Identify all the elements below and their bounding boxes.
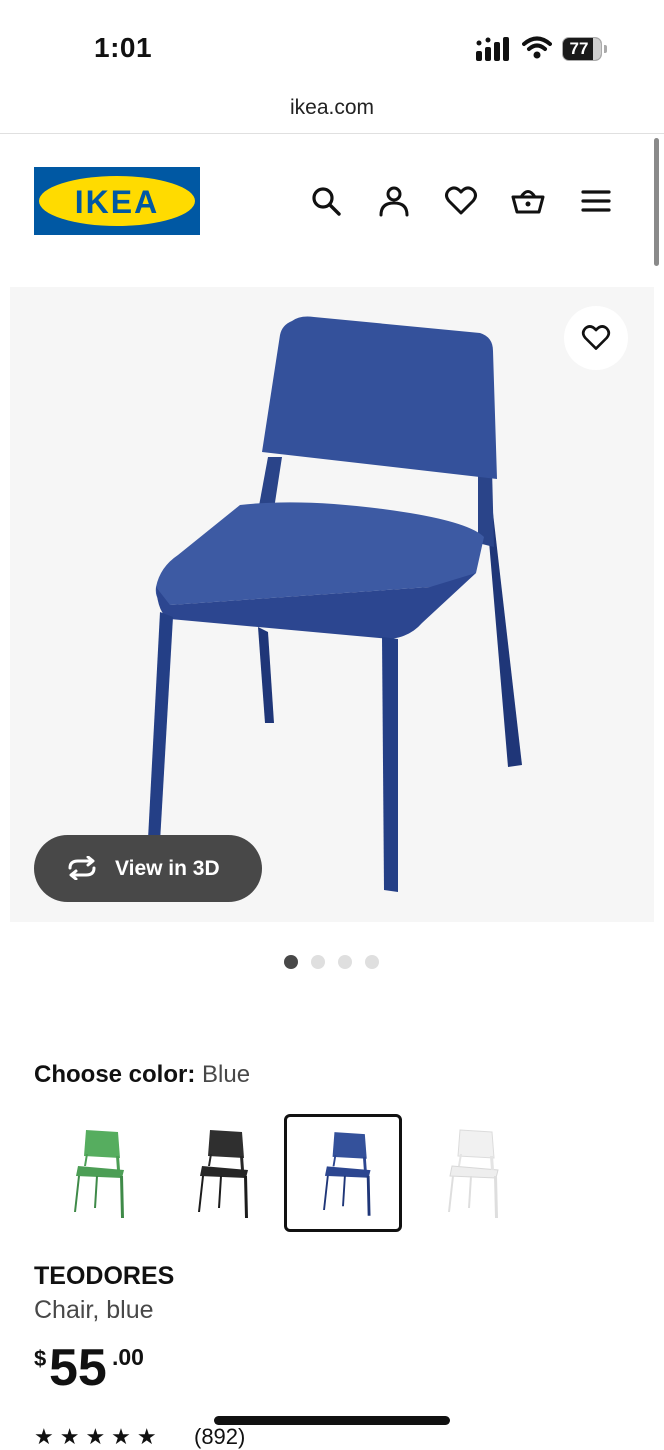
ikea-logo[interactable]: IKEA (34, 167, 200, 235)
color-swatch-blue[interactable] (284, 1114, 402, 1232)
chair-thumbnail (198, 1130, 248, 1218)
selected-color-value: Blue (202, 1061, 251, 1088)
page-scrollbar[interactable] (654, 138, 659, 266)
battery-indicator: 77 (562, 37, 608, 61)
logo-text: IKEA (74, 184, 160, 220)
view-in-3d-button[interactable]: View in 3D (34, 835, 262, 902)
rating-stars: ★★★★★ (34, 1424, 163, 1449)
pagination-dot[interactable] (311, 955, 325, 969)
battery-level: 77 (569, 39, 589, 58)
chair-illustration (148, 316, 522, 892)
search-icon[interactable] (309, 184, 343, 218)
choose-color-label: Choose color: Blue (34, 1061, 250, 1089)
status-bar: 1:01 77 ikea.com (0, 0, 664, 119)
choose-color-heading: Choose color: (34, 1061, 196, 1088)
cart-icon[interactable] (511, 184, 545, 218)
color-swatch-black[interactable] (160, 1114, 278, 1232)
review-count: (892) (194, 1424, 246, 1449)
price-currency: $ (34, 1346, 47, 1371)
account-icon[interactable] (377, 184, 411, 218)
rotate-3d-icon (68, 856, 96, 880)
pagination-dot[interactable] (338, 955, 352, 969)
address-bar-url[interactable]: ikea.com (0, 96, 664, 120)
wifi-icon (522, 36, 552, 59)
chair-thumbnail (74, 1130, 124, 1218)
product-image[interactable] (10, 287, 654, 922)
chair-thumbnail (323, 1132, 371, 1216)
product-name: TEODORES (34, 1262, 175, 1290)
status-time: 1:01 (94, 32, 153, 63)
favorites-icon[interactable] (444, 184, 478, 218)
price-decimal: .00 (112, 1344, 144, 1370)
color-swatch-white[interactable] (410, 1114, 528, 1232)
chair-thumbnail (448, 1129, 499, 1218)
view-in-3d-label: View in 3D (115, 857, 220, 880)
menu-icon[interactable] (579, 184, 613, 218)
home-indicator[interactable] (214, 1416, 450, 1425)
add-to-favorites-button[interactable] (564, 306, 628, 370)
pagination-dot[interactable] (365, 955, 379, 969)
color-swatch-green[interactable] (36, 1114, 154, 1232)
cellular-signal-icon (476, 37, 509, 61)
price-integer: 55 (49, 1339, 107, 1397)
heart-icon (581, 325, 611, 350)
pagination-dot[interactable] (284, 955, 298, 969)
product-description: Chair, blue (34, 1296, 154, 1324)
divider (0, 133, 664, 134)
